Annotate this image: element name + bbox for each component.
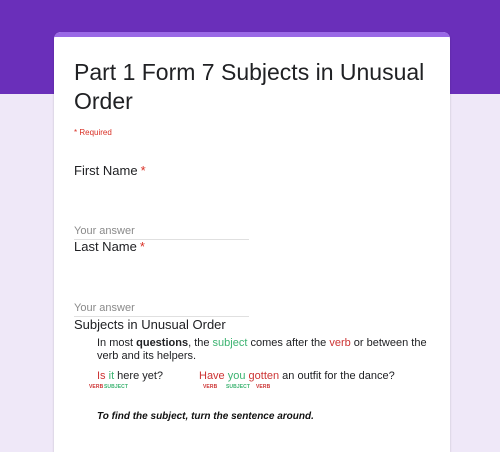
verb-tag: VERB <box>256 384 271 390</box>
verb-tag: VERB <box>89 384 104 390</box>
desc-keyword-questions: questions <box>136 337 189 349</box>
card-accent-bar <box>54 32 450 37</box>
desc-text: In most <box>97 337 137 349</box>
first-name-label: First Name * <box>74 163 146 178</box>
desc-text: , the <box>188 337 213 349</box>
example-verb: Is <box>97 370 106 382</box>
example-sentence-1: Is it here yet? <box>97 370 163 382</box>
subject-tag: SUBJECT <box>226 384 251 390</box>
form-title: Part 1 Form 7 Subjects in Unusual Order <box>74 59 425 114</box>
subject-tag: SUBJECT <box>104 384 129 390</box>
example-verb: gotten <box>245 370 280 382</box>
example-sentence-2: Have you gotten an outfit for the dance? <box>199 370 395 382</box>
example-rest: an outfit for the dance? <box>279 370 395 382</box>
last-name-label-text: Last Name <box>74 239 137 254</box>
last-name-input[interactable] <box>74 299 249 317</box>
last-name-label: Last Name * <box>74 239 145 254</box>
example-rest: here yet? <box>114 370 164 382</box>
desc-keyword-subject: subject <box>212 337 248 349</box>
verb-tag: VERB <box>203 384 218 390</box>
desc-keyword-verb: verb <box>329 337 351 349</box>
required-note: * Required <box>74 128 112 137</box>
section-title: Subjects in Unusual Order <box>74 317 226 332</box>
required-star: * <box>139 239 145 254</box>
first-name-label-text: First Name <box>74 163 138 178</box>
desc-text: comes after the <box>247 337 330 349</box>
example-subject: it <box>105 370 115 382</box>
tip-text: To find the subject, turn the sentence a… <box>97 411 314 422</box>
example-subject: you <box>224 370 246 382</box>
section-description: In most questions, the subject comes aft… <box>97 337 427 363</box>
example-verb: Have <box>199 370 225 382</box>
first-name-input[interactable] <box>74 222 249 240</box>
required-star: * <box>140 163 146 178</box>
form-card: Part 1 Form 7 Subjects in Unusual Order … <box>54 32 450 452</box>
